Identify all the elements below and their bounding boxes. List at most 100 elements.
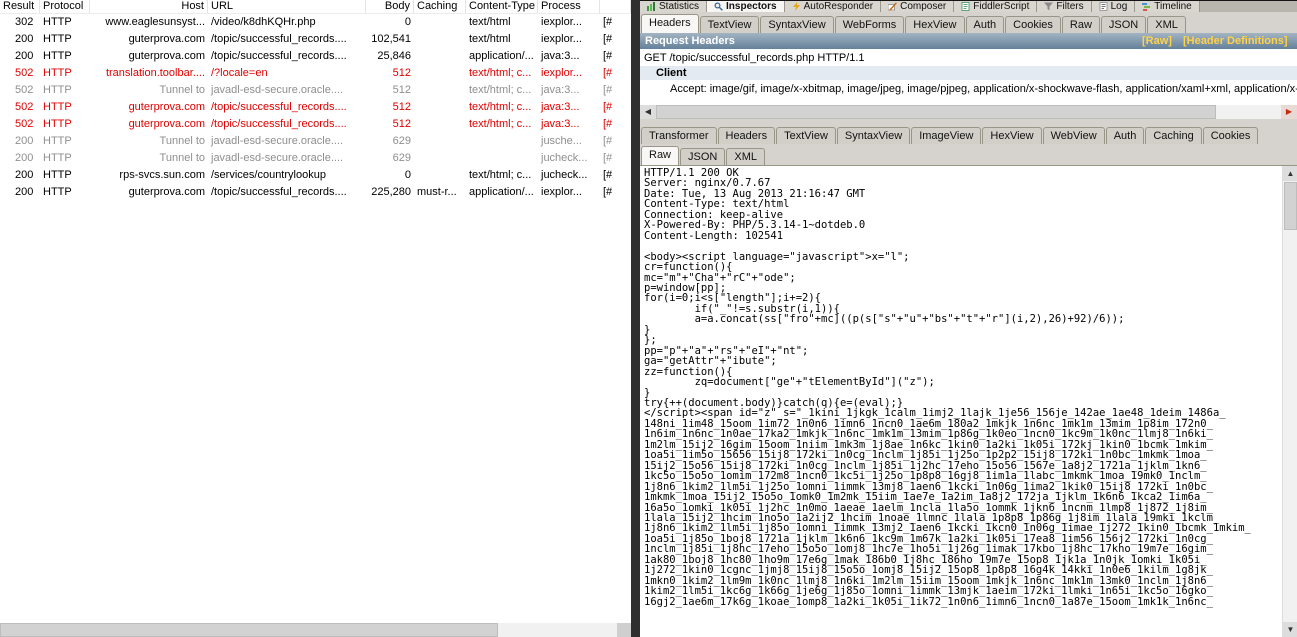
cell-caching bbox=[414, 167, 466, 184]
raw-link[interactable]: [Raw] bbox=[1142, 35, 1172, 47]
response-tab-hexview[interactable]: HexView bbox=[982, 127, 1041, 144]
scroll-down-arrow-icon[interactable]: ▼ bbox=[1283, 622, 1297, 637]
cell-content_type: text/html; c... bbox=[466, 116, 538, 133]
request-tab-headers[interactable]: Headers bbox=[641, 14, 699, 33]
response-tab-transformer[interactable]: Transformer bbox=[641, 127, 717, 144]
request-inspector-tabs: HeadersTextViewSyntaxViewWebFormsHexView… bbox=[640, 12, 1297, 33]
response-tab-webview[interactable]: WebView bbox=[1043, 127, 1105, 144]
cell-content_type bbox=[466, 133, 538, 150]
session-row[interactable]: 200HTTPrps-svcs.sun.com/services/country… bbox=[0, 167, 631, 184]
request-tab-syntaxview[interactable]: SyntaxView bbox=[760, 16, 833, 33]
cell-url: /topic/successful_records.... bbox=[208, 99, 366, 116]
session-row[interactable]: 200HTTPguterprova.com/topic/successful_r… bbox=[0, 31, 631, 48]
cell-body: 512 bbox=[366, 116, 414, 133]
main-tab-composer[interactable]: Composer bbox=[881, 1, 954, 12]
response-body-text[interactable]: HTTP/1.1 200 OK Server: nginx/0.7.67 Dat… bbox=[640, 166, 1297, 607]
request-tab-raw[interactable]: Raw bbox=[1062, 16, 1100, 33]
main-tab-autoresponder[interactable]: AutoResponder bbox=[785, 1, 882, 12]
column-header-content_type[interactable]: Content-Type bbox=[466, 0, 538, 13]
main-tab-statistics[interactable]: Statistics bbox=[640, 1, 707, 12]
accept-header-line[interactable]: Accept: image/gif, image/x-xbitmap, imag… bbox=[640, 80, 1297, 105]
request-hscroll-thumb[interactable] bbox=[656, 105, 1216, 119]
request-tab-webforms[interactable]: WebForms bbox=[835, 16, 905, 33]
column-header-protocol[interactable]: Protocol bbox=[40, 0, 90, 13]
cell-host: Tunnel to bbox=[90, 150, 208, 167]
scroll-right-arrow-icon[interactable]: ▶ bbox=[1281, 105, 1297, 119]
cell-host: Tunnel to bbox=[90, 82, 208, 99]
session-row[interactable]: 200HTTPTunnel tojavadl-esd-secure.oracle… bbox=[0, 150, 631, 167]
cell-body: 25,846 bbox=[366, 48, 414, 65]
main-tab-timeline[interactable]: Timeline bbox=[1135, 1, 1199, 12]
column-header-caching[interactable]: Caching bbox=[414, 0, 466, 13]
column-header-process[interactable]: Process bbox=[538, 0, 600, 13]
cell-body: 225,280 bbox=[366, 184, 414, 201]
session-row[interactable]: 502HTTPtranslation.toolbar..../?locale=e… bbox=[0, 65, 631, 82]
main-tab-label: Timeline bbox=[1154, 1, 1191, 12]
main-tab-inspectors[interactable]: Inspectors bbox=[707, 1, 785, 12]
response-tab-json[interactable]: JSON bbox=[680, 148, 725, 165]
session-row[interactable]: 302HTTPwww.eaglesunsyst.../video/k8dhKQH… bbox=[0, 14, 631, 31]
statistics-icon bbox=[647, 2, 656, 11]
request-hscrollbar[interactable]: ◀ ▶ bbox=[640, 105, 1297, 119]
request-tab-hexview[interactable]: HexView bbox=[905, 16, 964, 33]
column-header-result[interactable]: Result bbox=[0, 0, 40, 13]
column-header-body[interactable]: Body bbox=[366, 0, 414, 13]
column-header-url[interactable]: URL bbox=[208, 0, 366, 13]
main-tab-log[interactable]: Log bbox=[1092, 1, 1136, 12]
request-tab-xml[interactable]: XML bbox=[1147, 16, 1186, 33]
cell-body: 512 bbox=[366, 65, 414, 82]
response-tab-cookies[interactable]: Cookies bbox=[1203, 127, 1259, 144]
response-tab-headers[interactable]: Headers bbox=[718, 127, 776, 144]
response-vscroll-thumb[interactable] bbox=[1284, 182, 1297, 230]
session-row[interactable]: 200HTTPguterprova.com/topic/successful_r… bbox=[0, 48, 631, 65]
cell-result: 502 bbox=[0, 82, 40, 99]
scroll-left-arrow-icon[interactable]: ◀ bbox=[640, 105, 656, 119]
request-line[interactable]: GET /topic/successful_records.php HTTP/1… bbox=[640, 49, 1297, 66]
cell-process: java:3... bbox=[538, 48, 600, 65]
session-row[interactable]: 502HTTPguterprova.com/topic/successful_r… bbox=[0, 99, 631, 116]
cell-body: 102,541 bbox=[366, 31, 414, 48]
request-tab-cookies[interactable]: Cookies bbox=[1005, 16, 1061, 33]
column-header-extra[interactable] bbox=[600, 0, 631, 13]
scroll-corner bbox=[617, 623, 631, 637]
client-section-header[interactable]: Client bbox=[640, 66, 1297, 80]
main-tab-filters[interactable]: Filters bbox=[1037, 1, 1091, 12]
response-tab-textview[interactable]: TextView bbox=[776, 127, 836, 144]
cell-process: java:3... bbox=[538, 82, 600, 99]
cell-caching: must-r... bbox=[414, 184, 466, 201]
response-tab-caching[interactable]: Caching bbox=[1145, 127, 1201, 144]
cell-host: guterprova.com bbox=[90, 116, 208, 133]
response-tab-xml[interactable]: XML bbox=[726, 148, 765, 165]
cell-body: 0 bbox=[366, 14, 414, 31]
request-tab-auth[interactable]: Auth bbox=[966, 16, 1005, 33]
session-hscroll-thumb[interactable] bbox=[0, 623, 498, 637]
cell-process: iexplor... bbox=[538, 14, 600, 31]
response-tab-syntaxview[interactable]: SyntaxView bbox=[837, 127, 910, 144]
scroll-up-arrow-icon[interactable]: ▲ bbox=[1283, 166, 1297, 181]
session-row[interactable]: 502HTTPTunnel tojavadl-esd-secure.oracle… bbox=[0, 82, 631, 99]
session-row[interactable]: 200HTTPTunnel tojavadl-esd-secure.oracle… bbox=[0, 133, 631, 150]
response-tab-raw[interactable]: Raw bbox=[641, 146, 679, 165]
request-tab-json[interactable]: JSON bbox=[1101, 16, 1146, 33]
request-tab-textview[interactable]: TextView bbox=[700, 16, 760, 33]
panel-splitter[interactable] bbox=[631, 0, 640, 637]
cell-protocol: HTTP bbox=[40, 31, 90, 48]
cell-url: /services/countrylookup bbox=[208, 167, 366, 184]
main-tab-fiddlerscript[interactable]: FiddlerScript bbox=[954, 1, 1037, 12]
cell-content_type: text/html bbox=[466, 31, 538, 48]
response-vscrollbar[interactable]: ▲ ▼ bbox=[1282, 166, 1297, 637]
cell-extra: [# bbox=[600, 133, 631, 150]
fiddler-window: ResultProtocolHostURLBodyCachingContent-… bbox=[0, 0, 1297, 637]
inspectors-icon bbox=[714, 2, 723, 11]
header-definitions-link[interactable]: [Header Definitions] bbox=[1183, 35, 1288, 47]
session-row[interactable]: 502HTTPguterprova.com/topic/successful_r… bbox=[0, 116, 631, 133]
cell-url: /topic/successful_records.... bbox=[208, 116, 366, 133]
session-rows: 302HTTPwww.eaglesunsyst.../video/k8dhKQH… bbox=[0, 14, 631, 201]
response-tab-auth[interactable]: Auth bbox=[1106, 127, 1145, 144]
cell-result: 302 bbox=[0, 14, 40, 31]
column-header-host[interactable]: Host bbox=[90, 0, 208, 13]
session-row[interactable]: 200HTTPguterprova.com/topic/successful_r… bbox=[0, 184, 631, 201]
response-tab-imageview[interactable]: ImageView bbox=[911, 127, 981, 144]
session-list-hscrollbar[interactable] bbox=[0, 623, 617, 637]
cell-host: www.eaglesunsyst... bbox=[90, 14, 208, 31]
